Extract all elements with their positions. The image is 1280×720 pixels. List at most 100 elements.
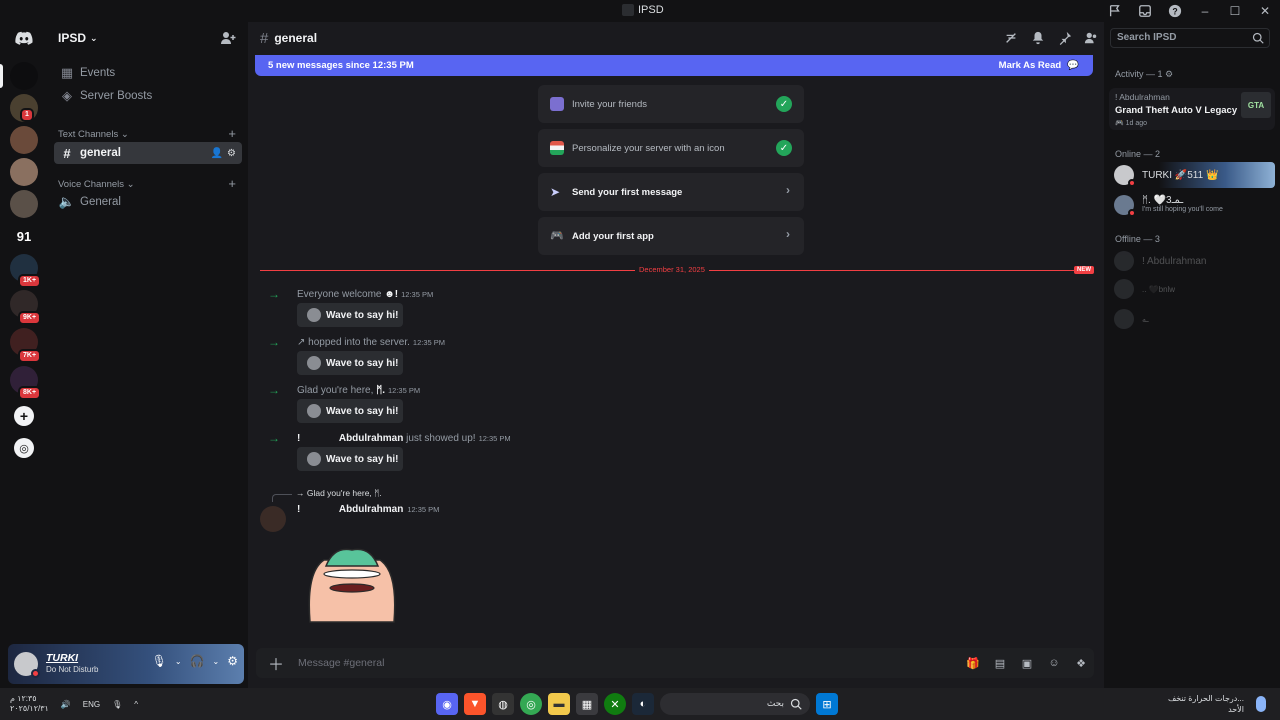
weather-widget[interactable]: درجات الحرارة تنخف... الأحد xyxy=(1168,693,1244,715)
mark-as-read-button[interactable]: Mark As Read 💬 xyxy=(999,60,1079,71)
microphone-icon[interactable]: 🎙 xyxy=(152,654,167,668)
message-author[interactable]: ! Abdulrahman xyxy=(297,504,403,515)
new-messages-text: 5 new messages since 12:35 PM xyxy=(268,60,414,71)
bell-icon[interactable] xyxy=(1031,31,1045,45)
activity-card[interactable]: ! Abdulrahman Grand Theft Auto V Legacy … xyxy=(1109,88,1275,130)
avatar[interactable] xyxy=(14,652,40,678)
boost-icon: ◈ xyxy=(62,88,72,103)
category-text-channels[interactable]: Text Channels ⌄ xyxy=(58,129,129,140)
wave-button[interactable]: Wave to say hi! xyxy=(297,303,403,327)
join-message: → ↗ hopped into the server. 12:35 PM xyxy=(268,335,446,349)
server-91[interactable]: 91 xyxy=(10,222,38,250)
server-header[interactable]: IPSD ⌄ xyxy=(48,22,248,54)
channel-sidebar: IPSD ⌄ ▦ Events ◈ Server Boosts Text Cha… xyxy=(48,22,248,688)
close-button[interactable]: ✕ xyxy=(1250,0,1280,22)
member-list-icon[interactable] xyxy=(1084,31,1098,45)
sticker-icon[interactable]: ▣ xyxy=(1020,656,1034,670)
gear-icon[interactable]: ⚙ xyxy=(227,148,236,159)
wave-button[interactable]: Wave to say hi! xyxy=(297,399,403,423)
offline-header: Offline — 3 xyxy=(1115,234,1160,244)
new-badge: NEW xyxy=(1074,266,1094,274)
flag-icon[interactable] xyxy=(1100,0,1130,22)
chrome-app-icon[interactable]: ◎ xyxy=(520,693,542,715)
server-avatar[interactable] xyxy=(10,158,38,186)
sticker-icon xyxy=(307,356,321,370)
create-voice-channel-button[interactable]: + xyxy=(228,176,236,191)
server-avatar[interactable] xyxy=(10,126,38,154)
create-channel-button[interactable]: + xyxy=(228,126,236,141)
member-item[interactable]: ᛗ. 🤍ـمـ3 I'm still hoping you'll come xyxy=(1109,192,1275,218)
discover-icon[interactable]: ◎ xyxy=(14,438,34,458)
message-header: ! Abdulrahman 12:35 PM xyxy=(297,504,439,515)
avatar[interactable] xyxy=(260,506,286,532)
todo-personalize-server[interactable]: Personalize your server with an icon ✓ xyxy=(538,129,804,167)
steam-app-icon[interactable]: ◐ xyxy=(632,693,654,715)
channel-header: # general Search IPSD xyxy=(248,22,1270,54)
taskbar-search[interactable]: بحث xyxy=(660,693,810,715)
selected-server-pill xyxy=(0,64,3,88)
sticker-icon xyxy=(307,308,321,322)
message-input[interactable]: ＋ Message #general 🎁 ▤ ▣ ☺ ❖ xyxy=(256,648,1094,678)
store-app-icon[interactable]: ▦ xyxy=(576,693,598,715)
todo-add-first-app[interactable]: 🎮 Add your first app › xyxy=(538,217,804,255)
channel-general[interactable]: # general 👤 ⚙ xyxy=(54,142,242,164)
todo-send-first-message[interactable]: ➤ Send your first message › xyxy=(538,173,804,211)
inbox-icon[interactable] xyxy=(1130,0,1160,22)
threads-icon[interactable] xyxy=(1004,31,1018,45)
xbox-app-icon[interactable]: ✕ xyxy=(604,693,626,715)
add-user-icon[interactable]: 👤 xyxy=(211,148,223,159)
chevron-down-icon: ⌄ xyxy=(90,32,98,43)
user-panel[interactable]: TURKI Do Not Disturb 🎙 ⌄ 🎧 ⌄ ⚙ xyxy=(8,644,244,684)
wave-button[interactable]: Wave to say hi! xyxy=(297,447,403,471)
microphone-icon[interactable]: 🎙 xyxy=(112,700,122,709)
member-item[interactable]: ـه xyxy=(1109,306,1275,332)
new-messages-bar[interactable]: 5 new messages since 12:35 PM Mark As Re… xyxy=(255,55,1093,76)
gift-icon[interactable]: 🎁 xyxy=(966,656,980,670)
member-item[interactable]: ! Abdulrahman xyxy=(1109,248,1275,274)
todo-invite-friends[interactable]: Invite your friends ✓ xyxy=(538,85,804,123)
gear-icon[interactable]: ⚙ xyxy=(227,654,238,668)
custom-status: I'm still hoping you'll come xyxy=(1142,206,1223,213)
server-ipsd[interactable] xyxy=(10,62,38,90)
activity-time: 🎮 1d ago xyxy=(1115,120,1148,127)
server-avatar[interactable] xyxy=(10,190,38,218)
member-item[interactable]: .. 🖤bnlw xyxy=(1109,276,1275,302)
sidebar-item-boosts[interactable]: ◈ Server Boosts xyxy=(54,85,242,107)
folder-app-icon[interactable]: ▬ xyxy=(548,693,570,715)
sticker-image[interactable] xyxy=(304,542,400,626)
emoji-icon[interactable]: ☺ xyxy=(1047,656,1061,670)
avatar xyxy=(1114,165,1136,187)
minimize-button[interactable]: – xyxy=(1190,0,1220,22)
app-icon[interactable]: ◍ xyxy=(492,693,514,715)
search-input[interactable]: Search IPSD xyxy=(1110,28,1270,48)
pin-icon[interactable] xyxy=(1058,31,1072,45)
os-taskbar: ١٢:٣٥ م ٢٠٢٥/١٢/٣١ 🔊 ENG 🎙 ^ ◉ ▼ ◍ ◎ ▬ ▦… xyxy=(0,688,1280,720)
chevron-down-icon[interactable]: ⌄ xyxy=(213,657,220,666)
windows-start-icon[interactable]: ⊞ xyxy=(816,693,838,715)
help-icon[interactable]: ? xyxy=(1160,0,1190,22)
lang-indicator[interactable]: ENG xyxy=(83,700,100,709)
chevron-down-icon[interactable]: ⌄ xyxy=(175,657,182,666)
headphones-icon[interactable]: 🎧 xyxy=(190,654,205,668)
discord-app-icon[interactable]: ◉ xyxy=(436,693,458,715)
discord-home-icon[interactable] xyxy=(10,24,38,52)
category-voice-channels[interactable]: Voice Channels ⌄ xyxy=(58,179,135,190)
wave-button[interactable]: Wave to say hi! xyxy=(297,351,403,375)
thermometer-icon xyxy=(1256,696,1266,712)
member-item[interactable]: TURKI 🚀511 👑 xyxy=(1109,162,1275,188)
gif-icon[interactable]: ▤ xyxy=(993,656,1007,670)
voice-channel-general[interactable]: 🔈 General xyxy=(54,191,242,213)
apps-icon[interactable]: ❖ xyxy=(1074,656,1088,670)
chevron-up-icon[interactable]: ^ xyxy=(134,700,138,709)
channel-actions: 👤 ⚙ xyxy=(211,148,236,159)
activity-header: Activity — 1 ⚙ xyxy=(1115,69,1174,79)
new-messages-divider: December 31, 2025 NEW xyxy=(260,265,1094,274)
add-server-button[interactable]: + xyxy=(14,406,34,426)
sidebar-item-events[interactable]: ▦ Events xyxy=(54,62,242,84)
volume-icon[interactable]: 🔊 xyxy=(61,700,71,709)
maximize-button[interactable]: ☐ xyxy=(1220,0,1250,22)
clock[interactable]: ١٢:٣٥ م ٢٠٢٥/١٢/٣١ xyxy=(10,694,49,714)
add-user-icon[interactable] xyxy=(220,30,236,46)
attach-plus-icon[interactable]: ＋ xyxy=(268,651,284,675)
brave-app-icon[interactable]: ▼ xyxy=(464,693,486,715)
